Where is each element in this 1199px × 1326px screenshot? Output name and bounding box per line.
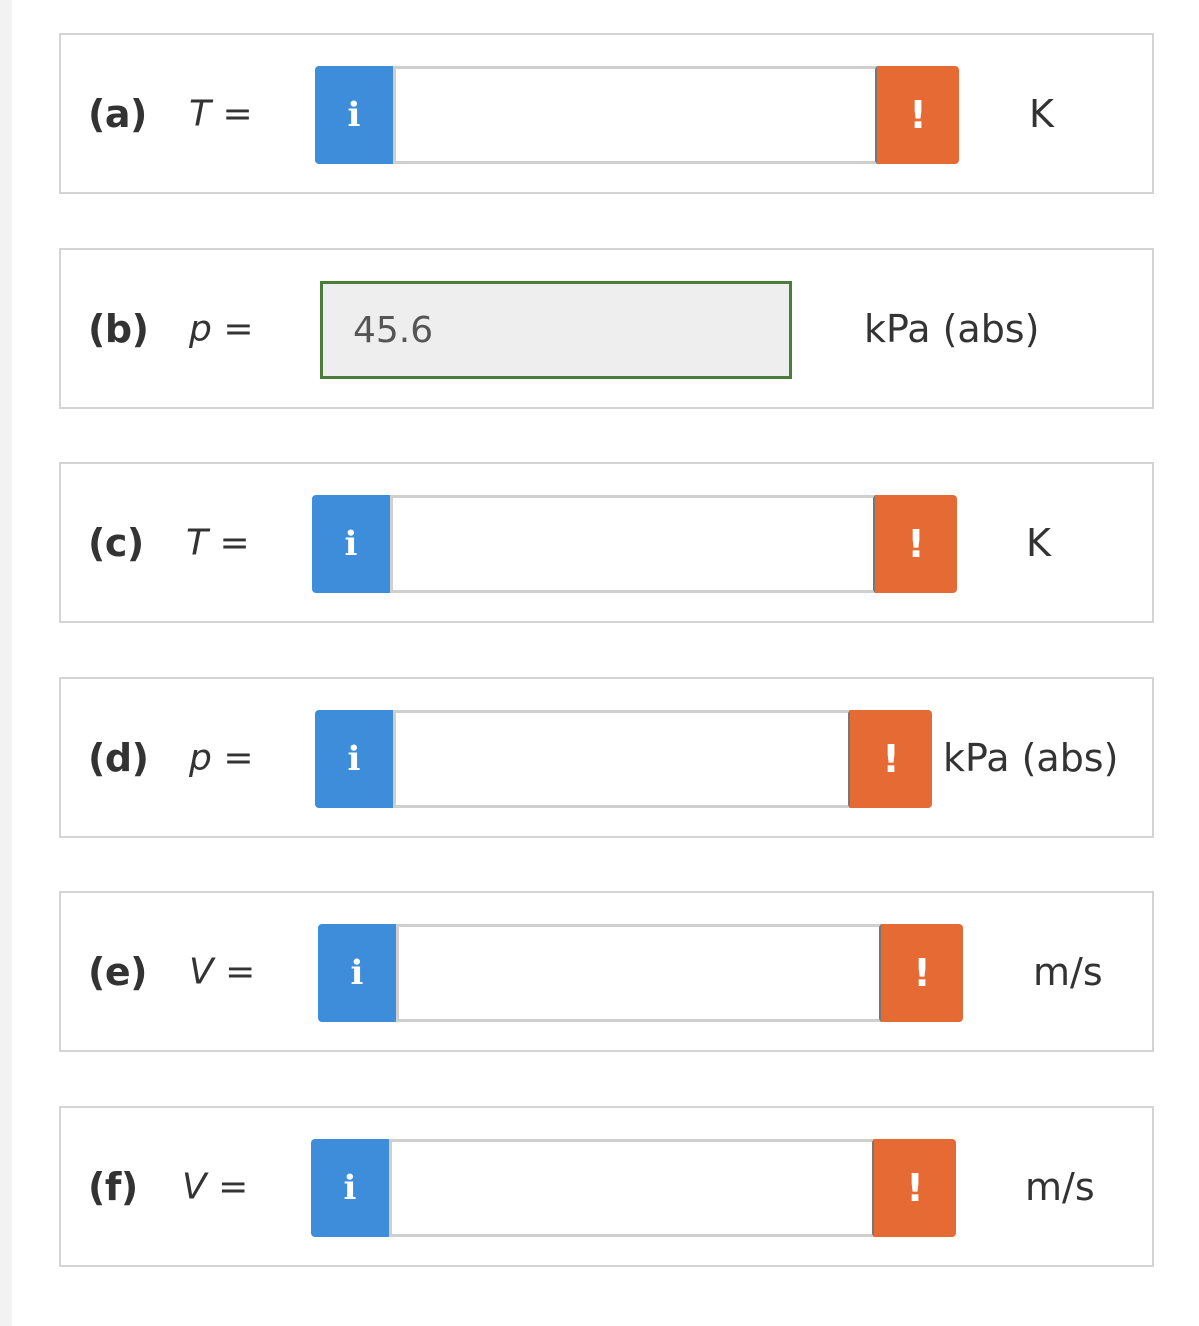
info-icon[interactable]: i	[311, 1139, 389, 1237]
unit-label: K	[1029, 91, 1054, 136]
info-icon[interactable]: i	[315, 710, 393, 808]
part-label: (f)	[88, 1164, 138, 1209]
variable-symbol: V	[182, 1166, 207, 1207]
variable-label: V =	[182, 1166, 248, 1207]
equals-sign: =	[223, 308, 254, 349]
variable-label: p =	[189, 308, 253, 349]
answer-row-b: (b) p = 45.6 kPa (abs)	[59, 248, 1154, 409]
answer-input-a[interactable]	[393, 66, 877, 164]
warning-icon[interactable]: !	[881, 924, 963, 1022]
answered-value-box: 45.6	[320, 281, 792, 379]
variable-symbol: V	[189, 951, 214, 992]
answered-value: 45.6	[353, 309, 434, 351]
part-label: (a)	[88, 91, 147, 136]
answer-input-e[interactable]	[396, 924, 881, 1022]
variable-label: V =	[189, 951, 255, 992]
answer-field-group: i !	[318, 924, 963, 1022]
variable-label: p =	[189, 737, 253, 778]
answer-field-group: i !	[315, 710, 932, 808]
equals-sign: =	[222, 93, 253, 134]
variable-label: T =	[189, 93, 253, 134]
answer-row-c: (c) T = i ! K	[59, 462, 1154, 623]
variable-symbol: T	[189, 93, 211, 134]
warning-icon[interactable]: !	[875, 495, 957, 593]
unit-label: kPa (abs)	[943, 735, 1119, 780]
variable-label: T =	[186, 522, 250, 563]
unit-label: m/s	[1025, 1164, 1095, 1209]
page-left-edge	[0, 0, 12, 1326]
equals-sign: =	[225, 951, 256, 992]
info-icon[interactable]: i	[312, 495, 390, 593]
unit-label: m/s	[1033, 949, 1103, 994]
warning-icon[interactable]: !	[874, 1139, 956, 1237]
equals-sign: =	[223, 737, 254, 778]
answer-input-d[interactable]	[393, 710, 850, 808]
unit-label: K	[1026, 520, 1051, 565]
equals-sign: =	[219, 522, 250, 563]
info-icon[interactable]: i	[315, 66, 393, 164]
part-label: (d)	[88, 735, 149, 780]
variable-symbol: p	[189, 308, 212, 349]
warning-icon[interactable]: !	[877, 66, 959, 164]
answer-row-a: (a) T = i ! K	[59, 33, 1154, 194]
variable-symbol: T	[186, 522, 208, 563]
equals-sign: =	[218, 1166, 249, 1207]
part-label: (e)	[88, 949, 148, 994]
answer-field-group: i !	[311, 1139, 956, 1237]
answer-row-f: (f) V = i ! m/s	[59, 1106, 1154, 1267]
answer-input-c[interactable]	[390, 495, 875, 593]
answer-field-group: i !	[312, 495, 957, 593]
part-label: (c)	[88, 520, 144, 565]
unit-label: kPa (abs)	[864, 306, 1040, 351]
answer-field-group: i !	[315, 66, 959, 164]
answer-row-e: (e) V = i ! m/s	[59, 891, 1154, 1052]
part-label: (b)	[88, 306, 149, 351]
warning-icon[interactable]: !	[850, 710, 932, 808]
info-icon[interactable]: i	[318, 924, 396, 1022]
answer-input-f[interactable]	[389, 1139, 874, 1237]
answer-row-d: (d) p = i ! kPa (abs)	[59, 677, 1154, 838]
variable-symbol: p	[189, 737, 212, 778]
